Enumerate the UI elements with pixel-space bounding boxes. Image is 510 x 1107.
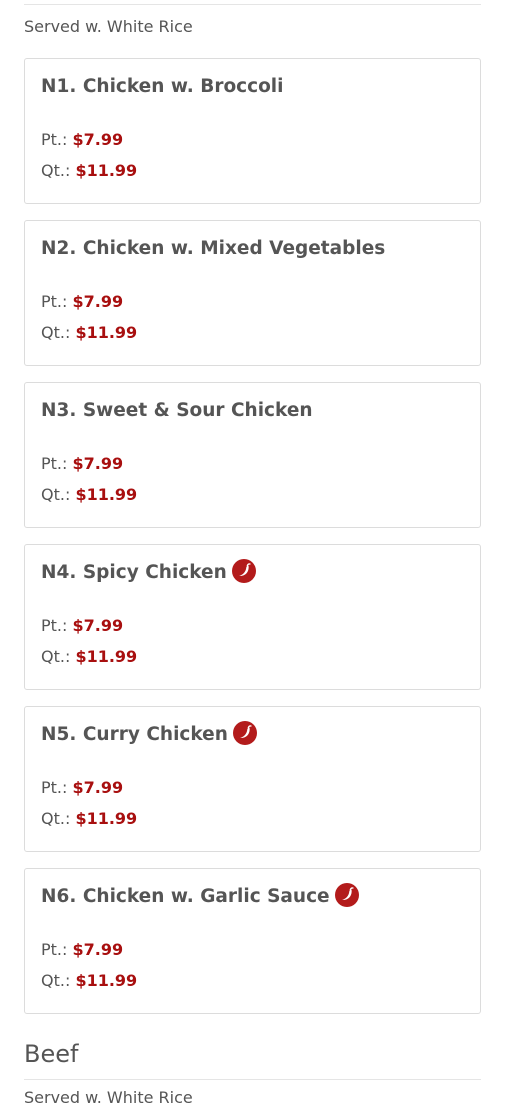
- quart-price: $11.99: [75, 647, 138, 666]
- quart-price: $11.99: [75, 323, 138, 342]
- quart-price-line: Qt.: $11.99: [41, 971, 137, 990]
- pint-price-line: Pt.: $7.99: [41, 292, 123, 311]
- quart-price: $11.99: [75, 161, 138, 180]
- pint-price-line: Pt.: $7.99: [41, 778, 123, 797]
- menu-item-card-n1[interactable]: N1. Chicken w. Broccoli Pt.: $7.99 Qt.: …: [24, 58, 481, 204]
- beef-section-divider: [24, 1079, 481, 1080]
- quart-label: Qt.:: [41, 971, 71, 990]
- menu-item-card-n6[interactable]: N6. Chicken w. Garlic Sauce Pt.: $7.99 Q…: [24, 868, 481, 1014]
- quart-price-line: Qt.: $11.99: [41, 647, 137, 666]
- chili-pepper-icon: [334, 882, 359, 907]
- quart-label: Qt.:: [41, 485, 71, 504]
- menu-item-title: N6. Chicken w. Garlic Sauce: [41, 882, 359, 907]
- quart-label: Qt.:: [41, 809, 71, 828]
- menu-item-title: N5. Curry Chicken: [41, 720, 257, 745]
- pint-price-line: Pt.: $7.99: [41, 940, 123, 959]
- beef-section-title: Beef: [24, 1040, 79, 1068]
- chicken-section-note: Served w. White Rice: [24, 17, 193, 36]
- pint-price: $7.99: [72, 940, 124, 959]
- pint-price-line: Pt.: $7.99: [41, 616, 123, 635]
- pint-price: $7.99: [72, 778, 124, 797]
- pint-label: Pt.:: [41, 778, 68, 797]
- menu-item-title: N2. Chicken w. Mixed Vegetables: [41, 238, 385, 259]
- menu-item-card-n3[interactable]: N3. Sweet & Sour Chicken Pt.: $7.99 Qt.:…: [24, 382, 481, 528]
- quart-price-line: Qt.: $11.99: [41, 809, 137, 828]
- quart-label: Qt.:: [41, 323, 71, 342]
- menu-item-title: N1. Chicken w. Broccoli: [41, 76, 283, 97]
- quart-label: Qt.:: [41, 647, 71, 666]
- quart-price: $11.99: [75, 809, 138, 828]
- pint-price-line: Pt.: $7.99: [41, 130, 123, 149]
- quart-price: $11.99: [75, 971, 138, 990]
- menu-item-title: N4. Spicy Chicken: [41, 558, 256, 583]
- chili-pepper-icon: [232, 720, 257, 745]
- menu-item-card-n5[interactable]: N5. Curry Chicken Pt.: $7.99 Qt.: $11.99: [24, 706, 481, 852]
- pint-label: Pt.:: [41, 940, 68, 959]
- pint-label: Pt.:: [41, 292, 68, 311]
- chili-pepper-icon: [231, 558, 256, 583]
- pint-price: $7.99: [72, 454, 124, 473]
- menu-item-name: N1. Chicken w. Broccoli: [41, 76, 284, 97]
- quart-label: Qt.:: [41, 161, 71, 180]
- pint-label: Pt.:: [41, 454, 68, 473]
- pint-label: Pt.:: [41, 616, 68, 635]
- menu-item-name: N5. Curry Chicken: [41, 724, 228, 745]
- beef-section-note: Served w. White Rice: [24, 1088, 193, 1107]
- menu-item-name: N4. Spicy Chicken: [41, 562, 227, 583]
- menu-item-name: N6. Chicken w. Garlic Sauce: [41, 886, 330, 907]
- menu-item-title: N3. Sweet & Sour Chicken: [41, 400, 313, 421]
- pint-price: $7.99: [72, 292, 124, 311]
- quart-price-line: Qt.: $11.99: [41, 161, 137, 180]
- menu-item-name: N3. Sweet & Sour Chicken: [41, 400, 313, 421]
- pint-price: $7.99: [72, 130, 124, 149]
- menu-item-name: N2. Chicken w. Mixed Vegetables: [41, 238, 386, 259]
- menu-item-card-n2[interactable]: N2. Chicken w. Mixed Vegetables Pt.: $7.…: [24, 220, 481, 366]
- quart-price: $11.99: [75, 485, 138, 504]
- quart-price-line: Qt.: $11.99: [41, 485, 137, 504]
- quart-price-line: Qt.: $11.99: [41, 323, 137, 342]
- section-divider-top: [24, 4, 481, 5]
- pint-label: Pt.:: [41, 130, 68, 149]
- pint-price: $7.99: [72, 616, 124, 635]
- menu-item-card-n4[interactable]: N4. Spicy Chicken Pt.: $7.99 Qt.: $11.99: [24, 544, 481, 690]
- pint-price-line: Pt.: $7.99: [41, 454, 123, 473]
